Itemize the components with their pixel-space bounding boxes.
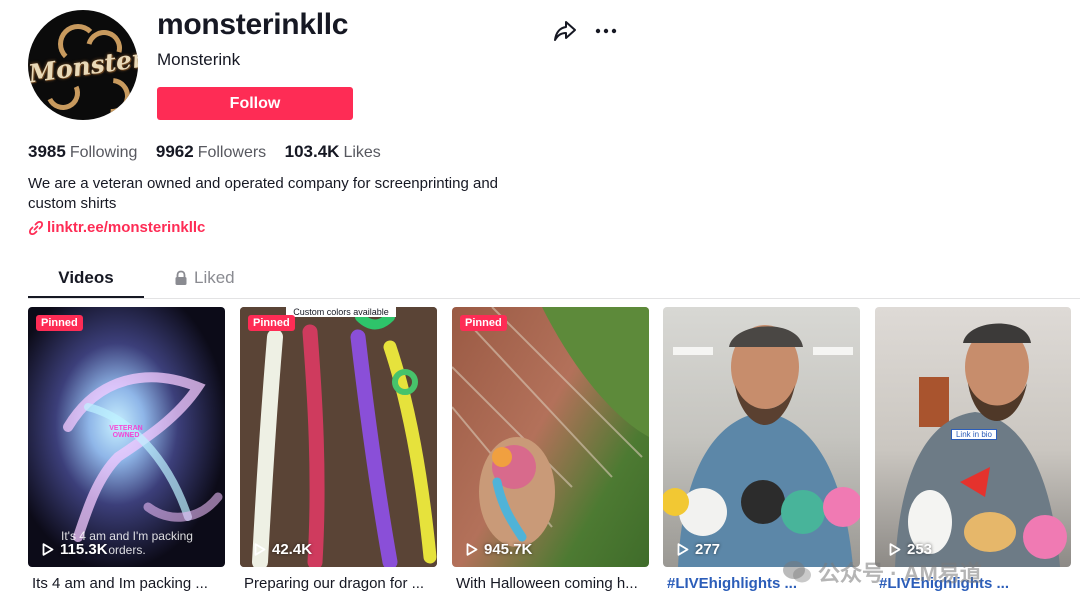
lock-icon bbox=[175, 270, 187, 285]
stat-label: Followers bbox=[197, 144, 267, 161]
video-sticker: VETERAN OWNED bbox=[109, 425, 143, 439]
view-count-value: 945.7K bbox=[484, 541, 533, 558]
play-icon bbox=[254, 543, 266, 556]
play-icon bbox=[42, 543, 54, 556]
stat-value: 103.4K bbox=[284, 142, 340, 161]
view-count: 277 bbox=[677, 541, 720, 558]
view-count: 42.4K bbox=[254, 541, 312, 558]
video-overlay-text: Custom colors available bbox=[286, 307, 396, 317]
tabs-divider bbox=[28, 298, 1080, 299]
view-count: 945.7K bbox=[466, 541, 532, 558]
profile-stats: 3985 Following 9962 Followers 103.4K Likes bbox=[28, 142, 395, 162]
view-count: 115.3K bbox=[42, 541, 108, 558]
stat-followers[interactable]: 9962 Followers bbox=[156, 142, 266, 162]
stat-value: 9962 bbox=[155, 142, 194, 161]
stat-value: 3985 bbox=[28, 142, 66, 161]
nickname: Monsterink bbox=[157, 50, 241, 69]
video-thumbnail bbox=[663, 325, 860, 567]
play-icon bbox=[466, 543, 478, 556]
pinned-badge: Pinned bbox=[460, 315, 507, 331]
video-card[interactable]: Pinned 945.7K bbox=[452, 307, 649, 567]
pinned-badge: Pinned bbox=[248, 315, 295, 331]
pinned-badge: Pinned bbox=[36, 315, 83, 331]
watermark-text: 公众号 · AM易道 bbox=[818, 561, 982, 586]
video-thumbnail bbox=[452, 307, 649, 547]
stat-label: Likes bbox=[343, 144, 381, 161]
view-count-value: 277 bbox=[695, 541, 721, 558]
view-count-value: 42.4K bbox=[272, 541, 313, 558]
tab-videos[interactable]: Videos bbox=[28, 268, 144, 288]
video-card[interactable]: Custom colors available Pinned 42.4K bbox=[240, 307, 437, 567]
username: monsterinkllc bbox=[157, 8, 349, 41]
profile-link-text: linktr.ee/monsterinkllc bbox=[47, 219, 206, 236]
video-thumbnail bbox=[240, 307, 437, 567]
avatar[interactable]: Monster bbox=[28, 10, 138, 120]
stat-likes: 103.4K Likes bbox=[285, 142, 381, 162]
profile-bio: We are a veteran owned and operated comp… bbox=[28, 175, 499, 212]
tab-liked[interactable]: Liked bbox=[174, 268, 235, 288]
video-card[interactable]: 277 bbox=[663, 307, 860, 567]
video-overlay-text: Link in bio bbox=[951, 429, 997, 440]
tab-liked-label: Liked bbox=[194, 268, 235, 287]
stat-following[interactable]: 3985 Following bbox=[28, 142, 137, 162]
video-caption[interactable]: Its 4 am and Im packing ... bbox=[32, 575, 229, 592]
video-caption[interactable]: With Halloween coming h... bbox=[456, 575, 653, 592]
video-card[interactable]: Link in bio 253 bbox=[875, 307, 1071, 567]
view-count-value: 115.3K bbox=[60, 541, 108, 558]
stat-label: Following bbox=[69, 144, 138, 161]
play-icon bbox=[677, 543, 689, 556]
video-card[interactable]: VETERAN OWNED It's 4 am and I'm packing … bbox=[28, 307, 225, 567]
profile-link[interactable]: linktr.ee/monsterinkllc bbox=[28, 219, 205, 236]
more-icon[interactable] bbox=[594, 20, 618, 42]
play-icon bbox=[889, 543, 901, 556]
link-icon bbox=[28, 220, 44, 235]
share-icon[interactable] bbox=[553, 20, 577, 42]
wechat-icon bbox=[783, 561, 811, 583]
follow-button[interactable]: Follow bbox=[157, 87, 353, 120]
video-caption[interactable]: Preparing our dragon for ... bbox=[244, 575, 441, 592]
watermark: 公众号 · AM易道 bbox=[782, 556, 982, 588]
